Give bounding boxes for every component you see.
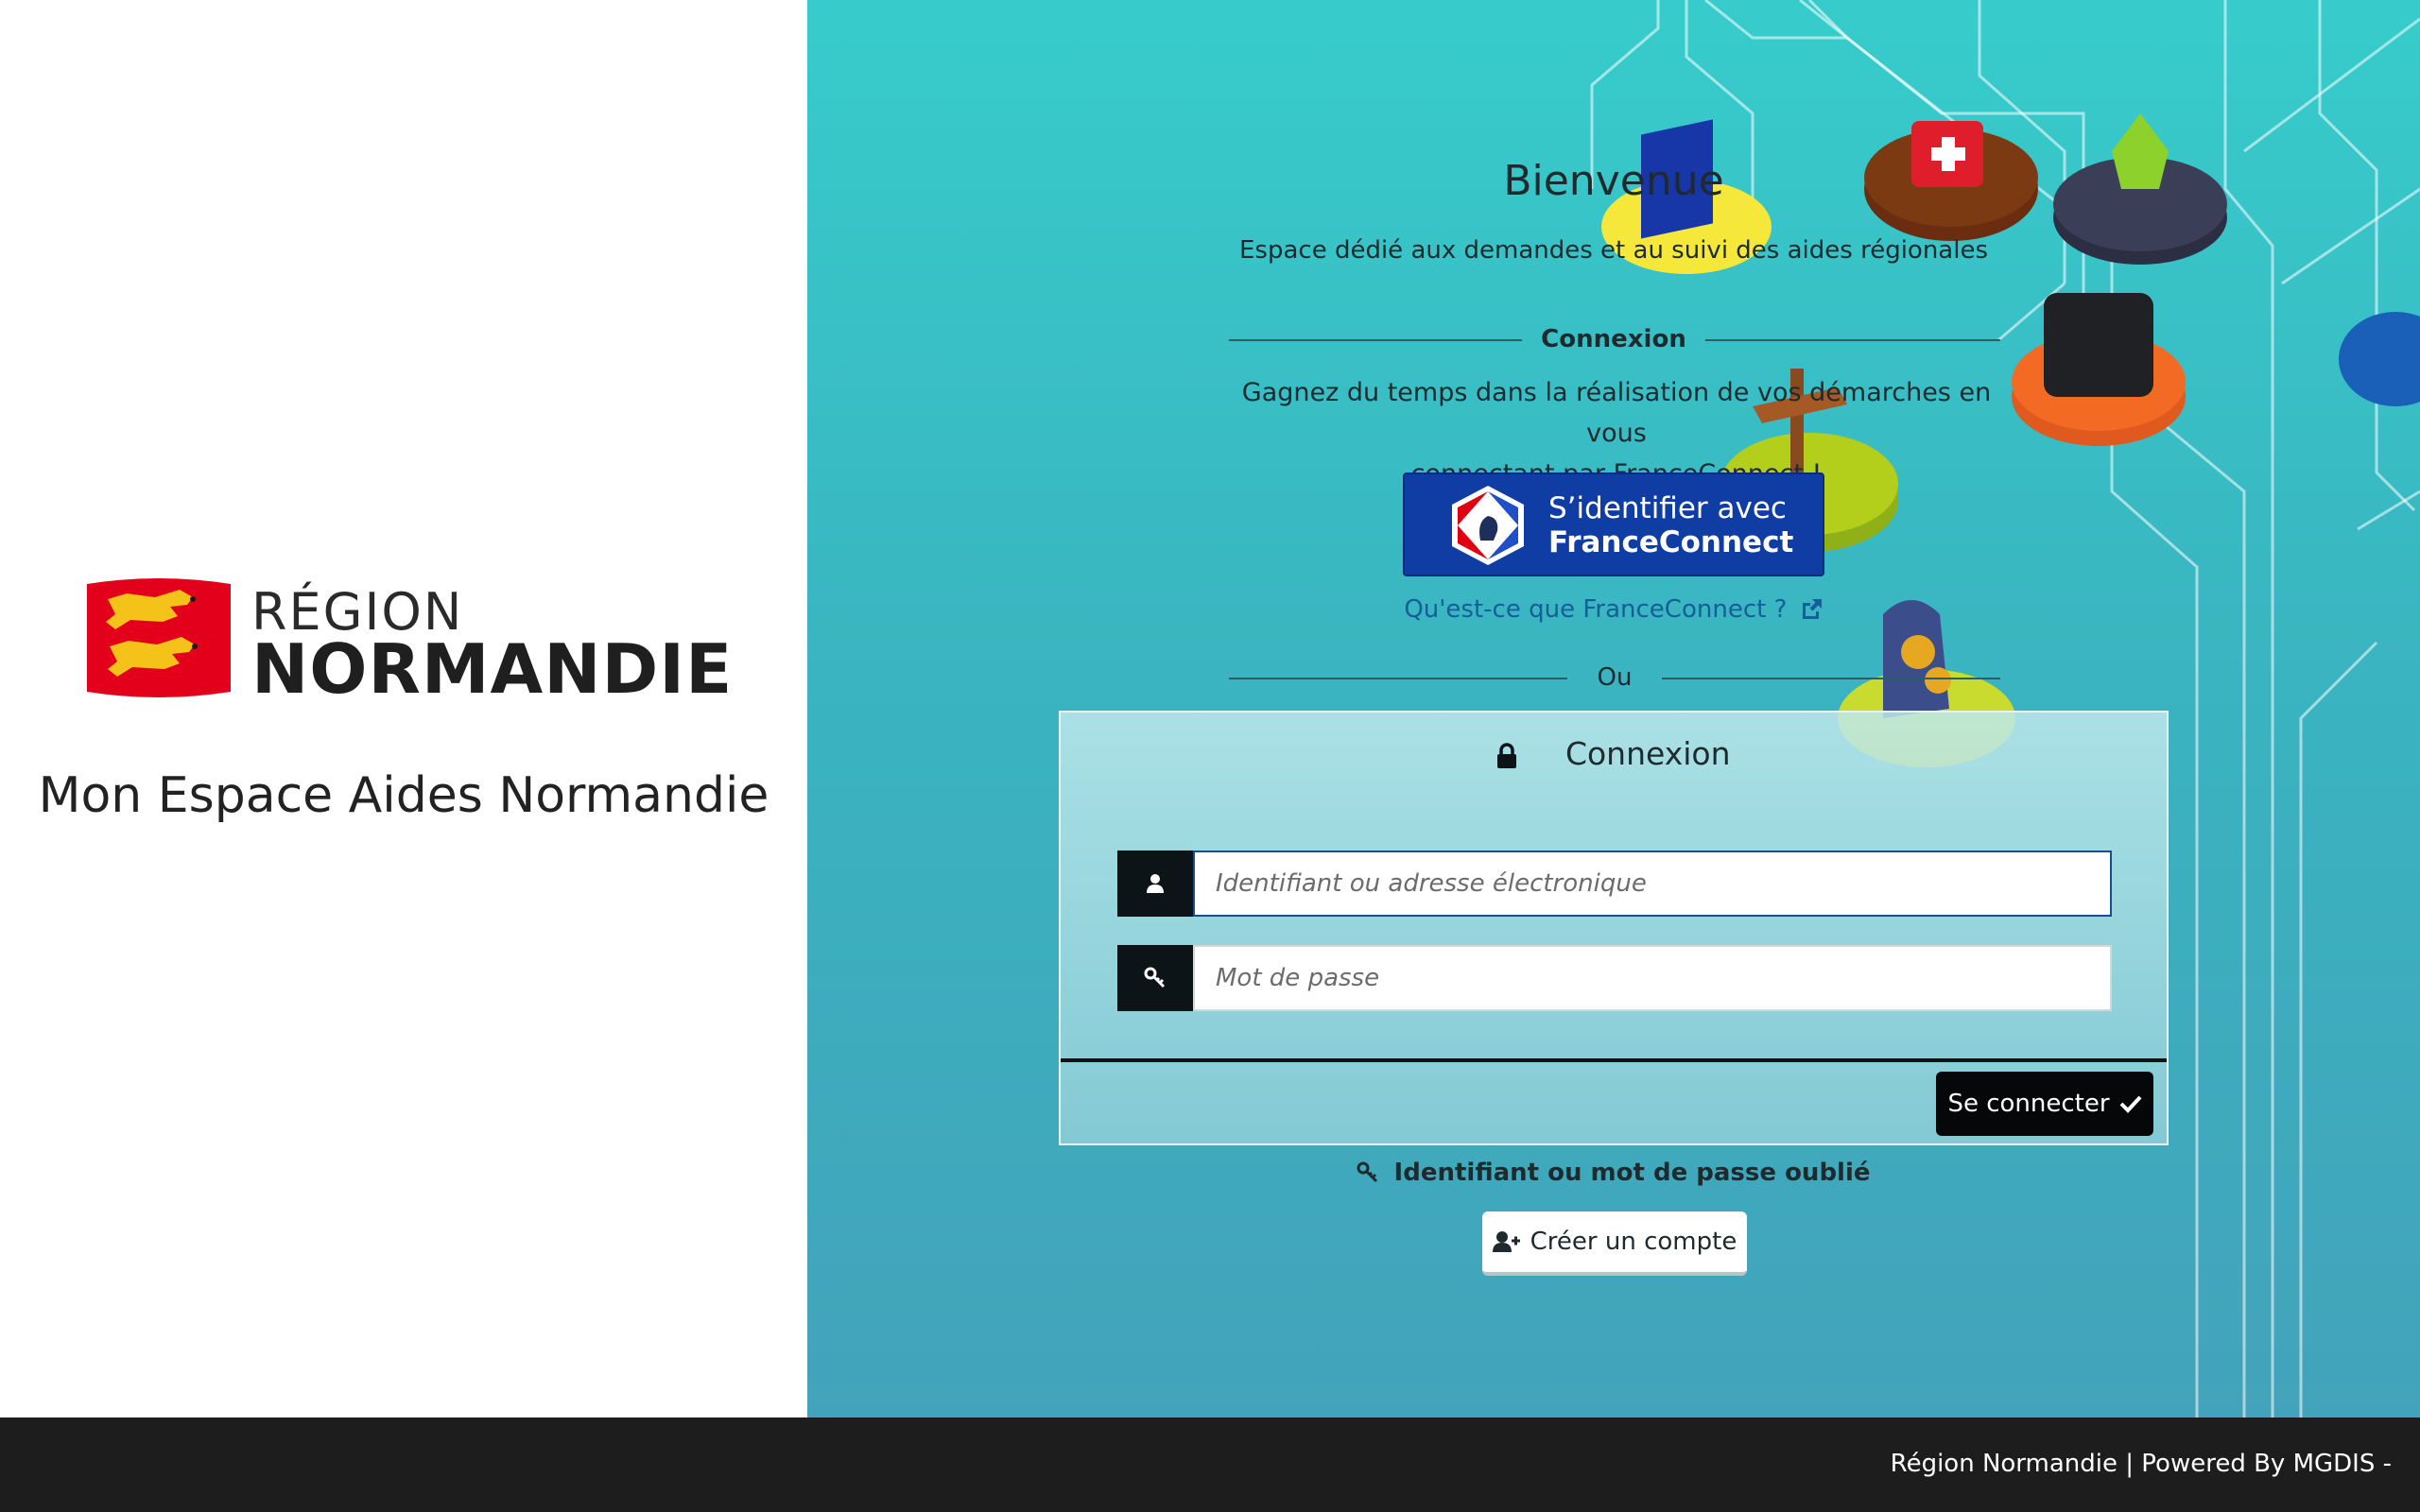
region-normandie-logo: RÉGION NORMANDIE <box>81 573 734 709</box>
lock-icon <box>1497 742 1517 768</box>
login-panel-header: Connexion <box>1061 713 2167 799</box>
or-label: Ou <box>1597 663 1633 692</box>
external-link-icon <box>1802 599 1822 619</box>
footer: Région Normandie | Powered By MGDIS - <box>0 1418 2420 1512</box>
franceconnect-section-label: Connexion <box>1541 325 1686 353</box>
login-panel: Connexion Se connecter <box>1059 711 2169 1145</box>
or-separator-line-left <box>1229 678 1567 679</box>
add-user-icon <box>1492 1231 1520 1252</box>
login-panel-title: Connexion <box>1564 735 1731 772</box>
logo-normandie-text: NORMANDIE <box>251 629 734 709</box>
key-icon <box>1357 1161 1378 1183</box>
separator-line-right <box>1705 339 2000 341</box>
franceconnect-help-label[interactable]: Qu'est-ce que FranceConnect ? <box>1404 595 1787 624</box>
franceconnect-logo-icon <box>1452 486 1524 565</box>
create-account-label: Créer un compte <box>1530 1228 1737 1256</box>
franceconnect-intro-line1: Gagnez du temps dans la réalisation de v… <box>1241 378 1992 448</box>
login-panel-title-row: Connexion <box>1061 735 2167 772</box>
forgot-credentials-link[interactable]: Identifiant ou mot de passe oublié <box>807 1159 2420 1187</box>
franceconnect-button[interactable]: S’identifier avec FranceConnect <box>1403 472 1824 576</box>
app-title: Mon Espace Aides Normandie <box>38 767 769 824</box>
separator-line-left <box>1229 339 1522 341</box>
create-account-button[interactable]: Créer un compte <box>1482 1211 1747 1276</box>
franceconnect-help-link[interactable]: Qu'est-ce que FranceConnect ? <box>807 595 2420 624</box>
password-row <box>1117 945 2112 1011</box>
decorative-illustration <box>1590 0 2420 1418</box>
franceconnect-button-line2: FranceConnect <box>1548 525 1794 559</box>
branding-panel: RÉGION NORMANDIE Mon Espace Aides Norman… <box>0 0 807 1418</box>
normandie-flag-icon <box>87 578 231 697</box>
check-icon <box>2119 1095 2142 1113</box>
key-icon <box>1117 945 1193 1011</box>
user-icon <box>1117 850 1193 917</box>
franceconnect-button-line1: S’identifier avec <box>1548 491 1787 525</box>
forgot-credentials-label[interactable]: Identifiant ou mot de passe oublié <box>1394 1159 1871 1187</box>
login-submit-label: Se connecter <box>1947 1090 2110 1118</box>
or-separator-line-right <box>1662 678 2000 679</box>
footer-text: Région Normandie | Powered By MGDIS - <box>1890 1450 2392 1478</box>
login-background <box>807 0 2420 1418</box>
welcome-subtitle: Espace dédié aux demandes et au suivi de… <box>1238 236 1989 265</box>
password-input[interactable] <box>1193 945 2112 1011</box>
welcome-title: Bienvenue <box>1503 157 1724 205</box>
login-panel-divider <box>1061 1058 2167 1062</box>
login-submit-button[interactable]: Se connecter <box>1936 1072 2153 1136</box>
username-row <box>1117 850 2112 917</box>
username-input[interactable] <box>1193 850 2112 917</box>
